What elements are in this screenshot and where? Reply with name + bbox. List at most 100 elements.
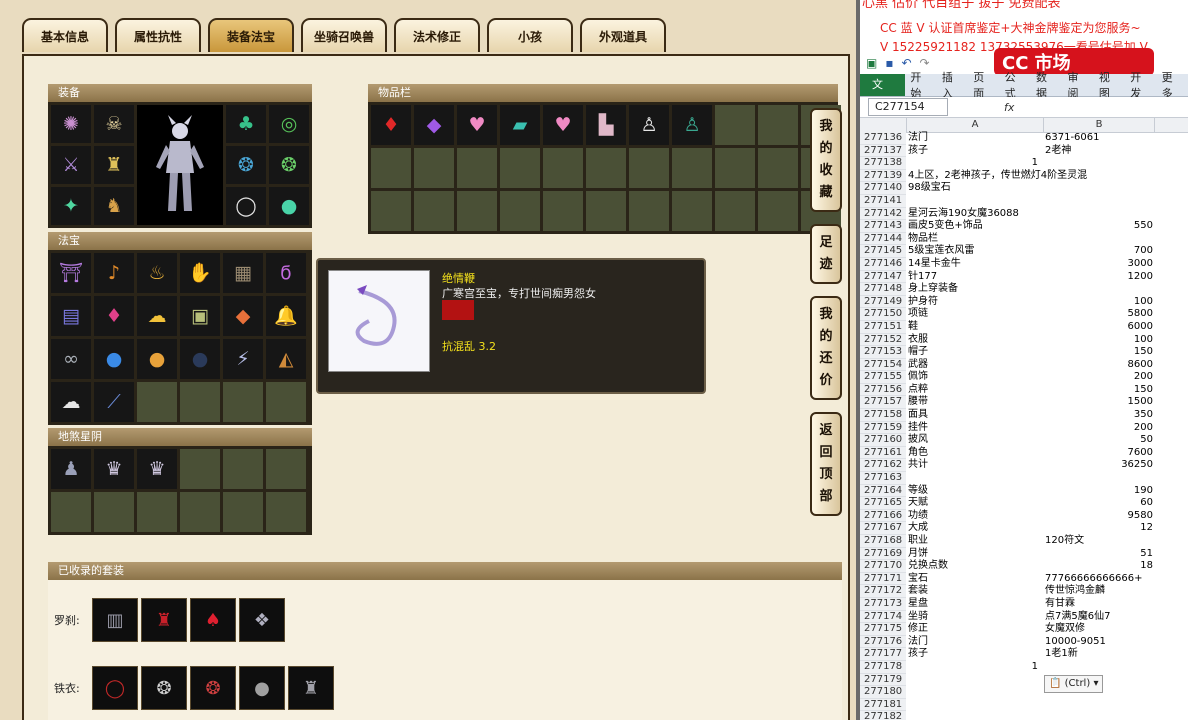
side-button-1[interactable]: 足迹 [810, 224, 842, 284]
cell-a[interactable]: 等级 [908, 485, 1043, 498]
inventory-slot-empty[interactable] [543, 191, 583, 231]
row-number[interactable]: 277168 [860, 535, 906, 548]
cell-b[interactable]: 10000-9051 [1045, 636, 1153, 649]
equip-slot[interactable]: ✦ [51, 187, 91, 225]
row-number[interactable]: 277163 [860, 472, 906, 485]
inventory-slot[interactable]: ▰ [500, 105, 540, 145]
row-number[interactable]: 277147 [860, 270, 906, 284]
inventory-slot-empty[interactable] [414, 191, 454, 231]
side-button-0[interactable]: 我的收藏 [810, 108, 842, 212]
cell-b[interactable]: 6371-6061 [1045, 132, 1153, 145]
row-number[interactable]: 277143 [860, 220, 906, 233]
cell-a[interactable]: 点粹 [908, 384, 1043, 397]
row-number[interactable]: 277164 [860, 484, 906, 498]
fabao-slot[interactable]: ∞ [51, 339, 91, 379]
row-number[interactable]: 277171 [860, 572, 906, 586]
cell-b[interactable]: 1500 [1045, 396, 1153, 409]
tab-5[interactable]: 小孩 [487, 18, 573, 52]
cell-a[interactable]: 1 [908, 157, 1038, 170]
row-number[interactable]: 277138 [860, 157, 906, 170]
cell-b[interactable]: 550 [1045, 220, 1153, 233]
tab-6[interactable]: 外观道具 [580, 18, 666, 52]
cell-a[interactable]: 14星卡金牛 [908, 258, 1043, 271]
side-button-2[interactable]: 我的还价 [810, 296, 842, 400]
inventory-slot-empty[interactable] [500, 148, 540, 188]
column-header-b[interactable]: B [1044, 118, 1155, 132]
cell-a[interactable]: 职业 [908, 535, 1043, 548]
cell-a[interactable]: 针177 [908, 271, 1043, 284]
cell-a[interactable]: 宝石 [908, 573, 1043, 586]
inventory-slot-empty[interactable] [672, 148, 712, 188]
row-number[interactable]: 277157 [860, 396, 906, 410]
cell-b[interactable]: 100 [1045, 296, 1153, 309]
fabao-slot[interactable]: ☁ [51, 382, 91, 422]
cell-a[interactable]: 98级宝石 [908, 182, 1043, 195]
cell-b[interactable]: 点7满5魔6仙7 [1045, 611, 1153, 624]
fabao-slot[interactable]: ♪ [94, 253, 134, 293]
cell-a[interactable]: 共计 [908, 459, 1043, 472]
row-number[interactable]: 277150 [860, 308, 906, 321]
cell-a[interactable]: 1 [908, 661, 1038, 674]
suit-item[interactable]: ♜ [141, 598, 187, 642]
row-number[interactable]: 277148 [860, 283, 906, 296]
mount-slot-empty[interactable] [223, 492, 263, 532]
cell-a[interactable]: 披风 [908, 434, 1043, 447]
inventory-slot-empty[interactable] [371, 191, 411, 231]
tab-0[interactable]: 基本信息 [22, 18, 108, 52]
suit-item[interactable]: ● [239, 666, 285, 710]
row-number[interactable]: 277158 [860, 409, 906, 422]
cell-b[interactable]: 200 [1045, 371, 1153, 384]
row-number[interactable]: 277152 [860, 333, 906, 347]
inventory-slot-empty[interactable] [500, 191, 540, 231]
cell-b[interactable]: 150 [1045, 346, 1153, 359]
cell-b[interactable]: 18 [1045, 560, 1153, 573]
name-box[interactable]: C277154 [868, 98, 948, 116]
cell-b[interactable]: 传世惊鸿金麟 [1045, 585, 1153, 598]
undo-icon[interactable]: ↶ [901, 56, 911, 70]
row-number[interactable]: 277140 [860, 182, 906, 195]
row-number[interactable]: 277141 [860, 194, 906, 208]
inventory-slot-empty[interactable] [758, 105, 798, 145]
row-number[interactable]: 277173 [860, 597, 906, 611]
cell-a[interactable]: 4上区，2老神孩子，传世燃灯4阶圣灵混 [908, 170, 1087, 183]
cell-b[interactable]: 6000 [1045, 321, 1153, 334]
fabao-slot[interactable]: ☁ [137, 296, 177, 336]
cell-a[interactable]: 法门 [908, 132, 1043, 145]
tab-1[interactable]: 属性抗性 [115, 18, 201, 52]
cell-a[interactable]: 兑换点数 [908, 560, 1043, 573]
row-number[interactable]: 277144 [860, 232, 906, 246]
fabao-slot[interactable]: ▦ [223, 253, 263, 293]
inventory-slot-empty[interactable] [371, 148, 411, 188]
cell-b[interactable]: 8600 [1045, 359, 1153, 372]
cell-b[interactable]: 50 [1045, 434, 1153, 447]
inventory-slot[interactable]: ♙ [629, 105, 669, 145]
fabao-slot[interactable]: ● [180, 339, 220, 379]
inventory-slot-empty[interactable] [758, 148, 798, 188]
ribbon-tab-0[interactable]: 文件 [860, 74, 906, 113]
fabao-slot[interactable]: ▣ [180, 296, 220, 336]
row-number[interactable]: 277169 [860, 547, 906, 561]
cell-b[interactable]: 2老神 [1045, 145, 1153, 158]
inventory-slot[interactable]: ▙ [586, 105, 626, 145]
suit-item[interactable]: ❂ [141, 666, 187, 710]
equip-slot[interactable]: ♜ [94, 146, 134, 184]
cell-a[interactable]: 坐骑 [908, 611, 1043, 624]
row-number[interactable]: 277178 [860, 660, 906, 674]
row-number[interactable]: 277160 [860, 434, 906, 447]
fabao-slot[interactable]: ϭ [266, 253, 306, 293]
equip-slot[interactable]: ● [269, 187, 309, 225]
cell-a[interactable]: 项链 [908, 308, 1043, 321]
row-number[interactable]: 277137 [860, 144, 906, 158]
fabao-slot-empty[interactable] [180, 382, 220, 422]
suit-item[interactable]: ❂ [190, 666, 236, 710]
cell-a[interactable]: 衣服 [908, 334, 1043, 347]
inventory-slot[interactable]: ♥ [543, 105, 583, 145]
inventory-slot[interactable]: ♥ [457, 105, 497, 145]
row-number[interactable]: 277145 [860, 245, 906, 258]
cell-b[interactable]: 200 [1045, 422, 1153, 435]
fabao-slot[interactable]: 🔔 [266, 296, 306, 336]
equip-slot[interactable]: ❂ [269, 146, 309, 184]
row-number[interactable]: 277156 [860, 383, 906, 397]
inventory-slot-empty[interactable] [715, 191, 755, 231]
equip-slot[interactable]: ♣ [226, 105, 266, 143]
